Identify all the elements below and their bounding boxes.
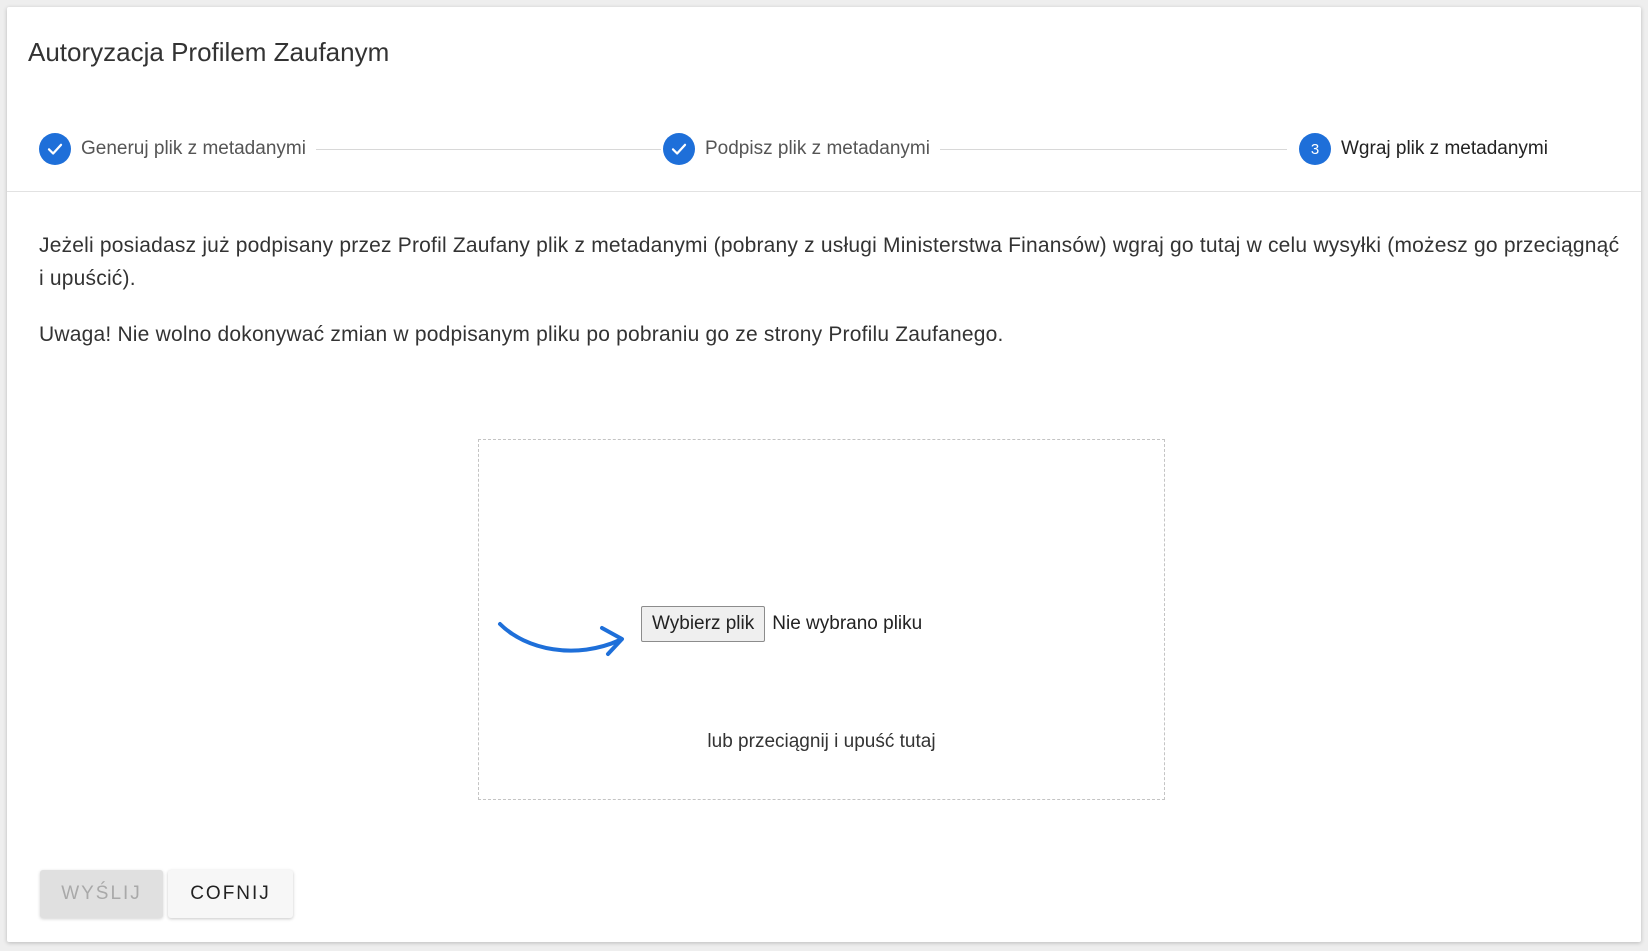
step-upload[interactable]: 3 Wgraj plik z metadanymi: [1291, 129, 1548, 169]
authorization-card: Autoryzacja Profilem Zaufanym Generuj pl…: [7, 7, 1641, 942]
step-generate[interactable]: Generuj plik z metadanymi: [39, 129, 316, 169]
step-label: Generuj plik z metadanymi: [81, 138, 306, 159]
stepper-connector: [299, 149, 661, 150]
send-button[interactable]: WYŚLIJ: [40, 870, 163, 918]
step-sign[interactable]: Podpisz plik z metadanymi: [663, 129, 940, 169]
check-icon: [39, 133, 71, 165]
header-divider: [7, 191, 1641, 192]
check-icon: [663, 133, 695, 165]
choose-file-button[interactable]: Wybierz plik: [641, 606, 766, 642]
stepper: Generuj plik z metadanymi Podpisz plik z…: [39, 129, 1617, 169]
info-text: Jeżeli posiadasz już podpisany przez Pro…: [39, 234, 1620, 290]
page-title: Autoryzacja Profilem Zaufanym: [28, 37, 390, 67]
step-label: Podpisz plik z metadanymi: [705, 138, 930, 159]
file-status-text: Nie wybrano pliku: [772, 613, 923, 634]
warning-text: Uwaga! Nie wolno dokonywać zmian w podpi…: [39, 323, 1004, 346]
stepper-connector: [929, 149, 1287, 150]
file-input-row: Wybierz plik Nie wybrano pliku: [641, 606, 922, 642]
step-number-icon: 3: [1299, 133, 1331, 165]
curved-arrow-icon: [498, 622, 624, 656]
step-label: Wgraj plik z metadanymi: [1341, 138, 1548, 159]
drop-hint-text: lub przeciągnij i upuść tutaj: [707, 731, 936, 752]
file-dropzone[interactable]: Wybierz plik Nie wybrano pliku lub przec…: [478, 439, 1165, 800]
back-button[interactable]: COFNIJ: [168, 870, 293, 918]
